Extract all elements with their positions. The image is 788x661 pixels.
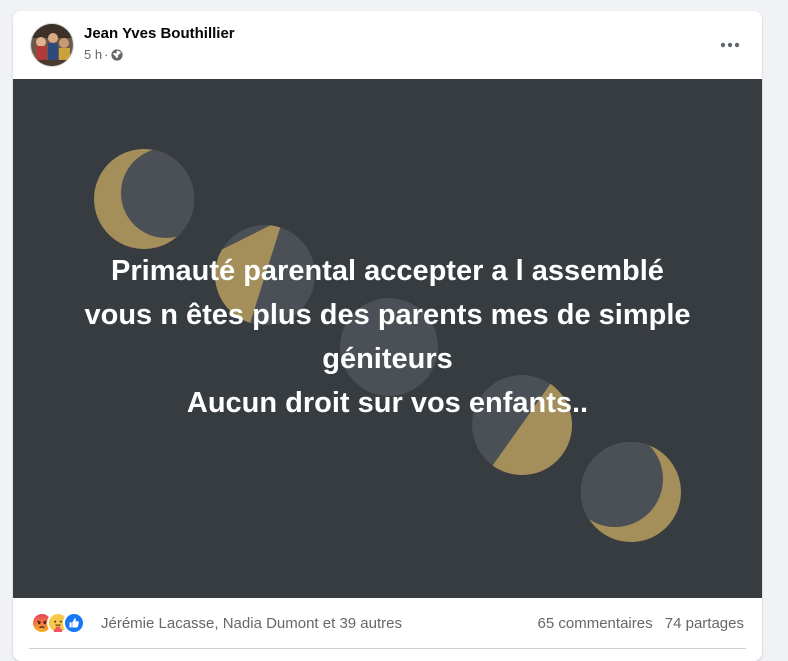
like-icon xyxy=(63,612,85,634)
more-horizontal-icon xyxy=(720,42,740,48)
post-text-line: vous n êtes plus des parents mes de simp… xyxy=(84,299,691,331)
post-text-line: Primauté parental accepter a l assemblé xyxy=(111,255,664,287)
post-text-background[interactable]: Primauté parental accepter a l assemblé … xyxy=(13,79,762,598)
author-avatar[interactable] xyxy=(30,23,74,67)
shares-count[interactable]: 74 partages xyxy=(665,615,744,632)
author-name[interactable]: Jean Yves Bouthillier xyxy=(84,25,235,42)
post-text: Primauté parental accepter a l assemblé … xyxy=(13,249,762,425)
comments-count[interactable]: 65 commentaires xyxy=(538,615,653,632)
reactors-summary[interactable]: Jérémie Lacasse, Nadia Dumont et 39 autr… xyxy=(101,615,402,632)
post-text-line: géniteurs xyxy=(322,343,453,375)
post-time[interactable]: 5 h xyxy=(84,47,102,62)
reaction-icons[interactable] xyxy=(31,612,85,634)
post-meta: 5 h · xyxy=(84,47,124,62)
post-text-line: Aucun droit sur vos enfants.. xyxy=(186,387,589,419)
meta-separator: · xyxy=(104,47,109,62)
more-options-button[interactable] xyxy=(716,31,744,59)
post-header: Jean Yves Bouthillier 5 h · xyxy=(13,11,762,79)
engagement-counts: 65 commentaires 74 partages xyxy=(538,615,744,632)
post-card: Jean Yves Bouthillier 5 h · Primauté par… xyxy=(13,11,762,661)
globe-icon[interactable] xyxy=(111,48,124,61)
post-footer: Jérémie Lacasse, Nadia Dumont et 39 autr… xyxy=(13,598,762,649)
